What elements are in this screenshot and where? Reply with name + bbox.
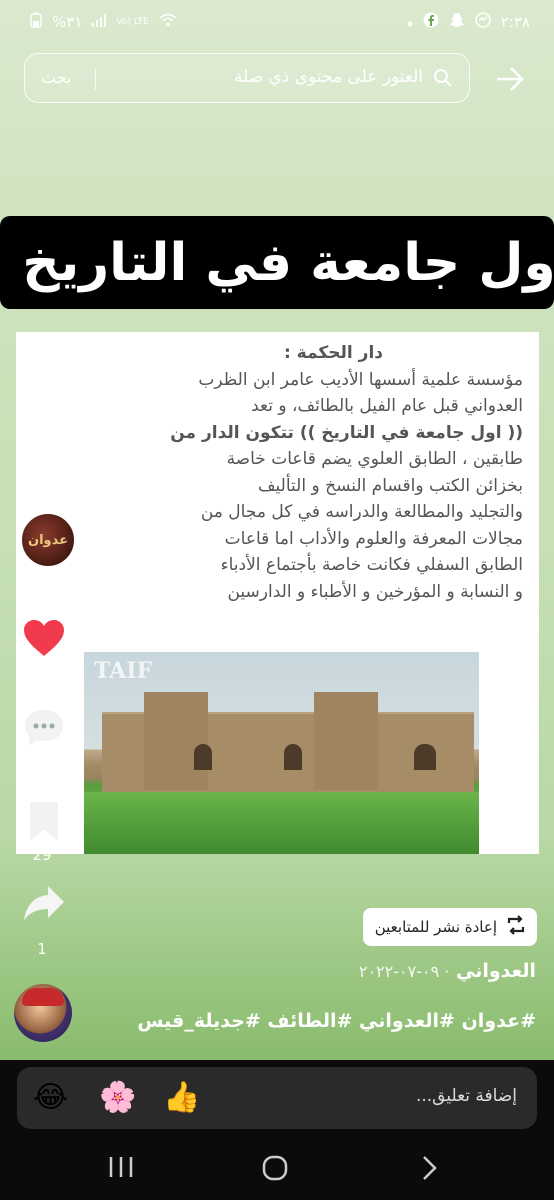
post-title: اول جامعة في التاريخ ! <box>0 232 554 293</box>
comment-button[interactable] <box>22 706 66 754</box>
image-text-line: والتجليد والمطالعة والدراسه في كل مجال م… <box>200 502 523 522</box>
thumbs-up-emoji-button[interactable]: 👍 <box>163 1080 200 1115</box>
status-right: ٢:٣٨ <box>407 12 530 32</box>
fortress-tower <box>144 692 208 790</box>
repost-label: إعادة نشر للمتابعين <box>374 918 497 936</box>
recent-apps-icon[interactable] <box>108 1155 134 1183</box>
home-icon[interactable] <box>262 1155 290 1185</box>
blossom-emoji-button[interactable]: 🌸 <box>99 1080 136 1115</box>
like-count: 110 <box>29 668 59 686</box>
save-count: 29 <box>32 846 52 864</box>
photo-watermark: TAIF <box>94 658 153 684</box>
grass <box>84 792 479 854</box>
wifi-icon <box>159 13 177 31</box>
post-date-separator: · <box>439 962 450 981</box>
image-text-line: (( اول جامعة في التاريخ )) تتكون الدار م… <box>170 422 523 443</box>
signal-icon <box>92 13 107 31</box>
like-button[interactable] <box>22 618 66 662</box>
avatar[interactable]: عدوان <box>20 512 76 568</box>
repost-icon <box>505 915 527 939</box>
search-divider <box>95 68 96 90</box>
post-image-text: دار الحكمة : مؤسسة علمية أسسها الأديب عا… <box>123 340 523 605</box>
clock: ٢:٣٨ <box>500 13 530 31</box>
image-text-line: مؤسسة علمية أسسها الأديب عامر ابن الظرب <box>198 369 523 390</box>
share-button[interactable] <box>22 884 66 926</box>
messenger-icon <box>475 12 491 32</box>
author-name[interactable]: العدواني <box>456 960 536 982</box>
battery-icon <box>30 12 42 32</box>
image-text-line: بخزائن الكتب واقسام النسخ و التأليف <box>257 475 523 496</box>
share-count: 1 <box>37 940 47 958</box>
back-icon[interactable] <box>420 1155 440 1185</box>
share-arrow-icon <box>22 886 66 926</box>
fortress-window <box>284 744 302 770</box>
bookmark-button[interactable] <box>28 800 60 846</box>
status-left: %٣١ Vo) LTE <box>30 12 177 32</box>
post-title-banner: اول جامعة في التاريخ ! <box>0 216 554 309</box>
hashtags[interactable]: #عدوان #العدواني #الطائف #جديلة_قيس <box>137 1010 536 1032</box>
image-text-line: الطابق السفلي فكانت خاصة بأجتماع الأدباء <box>220 555 523 575</box>
search-placeholder: العثور على محتوى ذي صلة <box>233 67 423 87</box>
avatar-hat <box>22 988 64 1006</box>
network-type: Vo) LTE <box>116 16 149 27</box>
post-date: ٠٩-٠٧-٢٠٢٢ <box>358 962 440 981</box>
author-line[interactable]: العدواني · ٠٩-٠٧-٢٠٢٢ <box>359 960 536 982</box>
image-text-line: دار الحكمة : <box>283 343 383 363</box>
snapchat-icon <box>449 12 465 32</box>
more-dot-icon <box>407 13 413 31</box>
search-input[interactable]: بحث العثور على محتوى ذي صلة <box>24 53 470 103</box>
battery-percent: %٣١ <box>52 13 83 31</box>
fortress-window <box>414 744 436 770</box>
fortress-tower <box>314 692 378 790</box>
comment-bubble-icon <box>22 710 66 754</box>
comment-placeholder: إضافة تعليق... <box>415 1086 517 1106</box>
search-button[interactable]: بحث <box>41 68 72 87</box>
arrow-right-icon[interactable] <box>495 66 525 96</box>
avatar-label: عدوان <box>27 532 69 548</box>
bookmark-icon <box>28 802 60 846</box>
image-text-line: مجالات المعرفة والعلوم والأداب اما قاعات <box>224 528 523 549</box>
search-icon <box>433 68 453 92</box>
facebook-icon <box>423 12 439 32</box>
author-avatar[interactable] <box>14 984 72 1042</box>
fortress-window <box>194 744 212 770</box>
status-bar: %٣١ Vo) LTE ٢:٣٨ <box>0 0 554 46</box>
image-text-line: طابقين ، الطابق العلوي يضم قاعات خاصة <box>226 449 523 469</box>
heart-icon <box>22 620 66 662</box>
post-image[interactable]: دار الحكمة : مؤسسة علمية أسسها الأديب عا… <box>16 332 539 854</box>
repost-button[interactable]: إعادة نشر للمتابعين <box>362 908 537 946</box>
laughing-emoji-button[interactable]: 😂 <box>33 1080 68 1115</box>
image-text-line: العدواني قبل عام الفيل بالطائف، و تعد <box>251 396 523 416</box>
fortress-photo: TAIF <box>84 652 479 854</box>
comment-count: 14 <box>32 762 52 780</box>
image-text-line: و النسابة و المؤرخين و الأطباء و الدارسي… <box>227 581 523 602</box>
comment-input[interactable]: إضافة تعليق... <box>17 1067 537 1129</box>
